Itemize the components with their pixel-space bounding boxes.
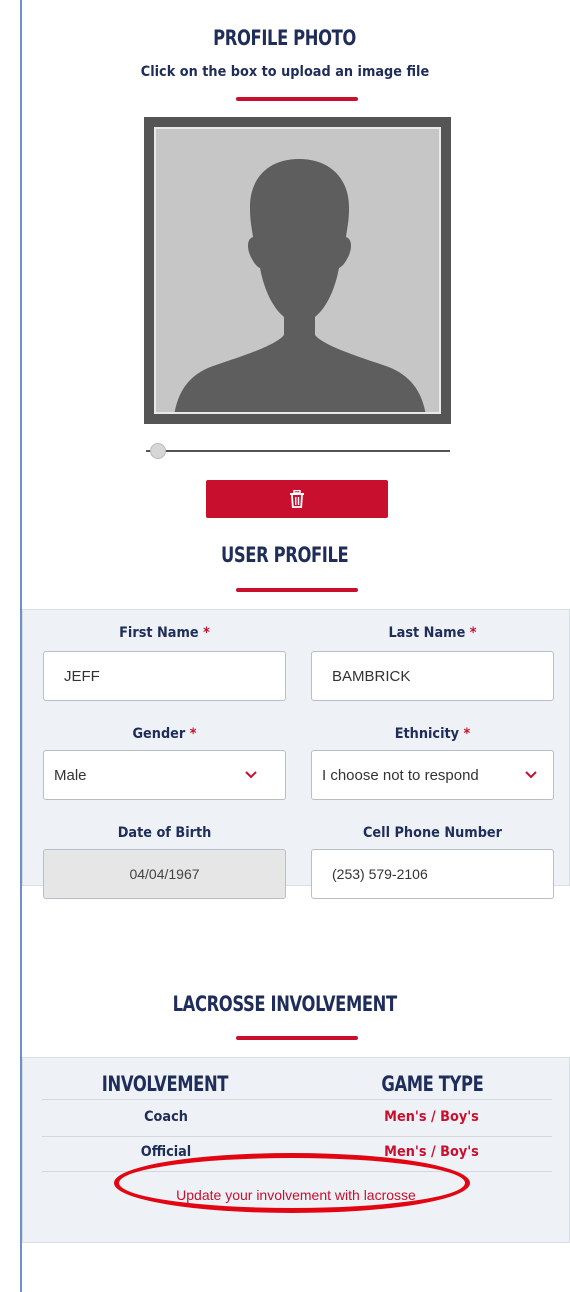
accent-underline bbox=[236, 588, 358, 592]
ethnicity-select[interactable]: I choose not to respond bbox=[311, 750, 554, 800]
silhouette-avatar-icon bbox=[174, 159, 426, 412]
last-name-label: Last Name * bbox=[388, 625, 477, 641]
chevron-down-icon bbox=[229, 751, 273, 799]
zoom-slider-track[interactable] bbox=[146, 450, 450, 452]
profile-photo-title: PROFILE PHOTO bbox=[213, 26, 357, 50]
ethnicity-label: Ethnicity * bbox=[394, 726, 471, 742]
user-profile-title: USER PROFILE bbox=[221, 543, 349, 567]
update-link-container: Update your involvement with lacrosse bbox=[22, 1057, 570, 1243]
last-name-input[interactable]: BAMBRICK bbox=[311, 651, 554, 701]
chevron-down-icon bbox=[509, 751, 553, 799]
date-of-birth-field: 04/04/1967 bbox=[43, 849, 286, 899]
trash-icon bbox=[290, 490, 304, 508]
annotation-circle bbox=[114, 1153, 470, 1213]
gender-value: Male bbox=[54, 766, 87, 784]
date-of-birth-label: Date of Birth bbox=[117, 825, 212, 841]
photo-upload-box[interactable] bbox=[144, 117, 451, 424]
accent-underline bbox=[236, 97, 358, 101]
gender-select[interactable]: Male bbox=[43, 750, 286, 800]
accent-underline bbox=[236, 1036, 358, 1040]
first-name-input[interactable]: JEFF bbox=[43, 651, 286, 701]
delete-photo-button[interactable] bbox=[206, 480, 388, 518]
gender-label: Gender * bbox=[132, 726, 197, 742]
photo-placeholder bbox=[154, 127, 441, 414]
lacrosse-involvement-title: LACROSSE INVOLVEMENT bbox=[172, 992, 398, 1016]
cell-phone-label: Cell Phone Number bbox=[362, 825, 503, 841]
zoom-slider-handle[interactable] bbox=[150, 443, 166, 459]
user-profile-form: First Name * Last Name * JEFF BAMBRICK G… bbox=[22, 609, 570, 899]
first-name-label: First Name * bbox=[119, 625, 210, 641]
cell-phone-input[interactable]: (253) 579-2106 bbox=[311, 849, 554, 899]
profile-photo-subtitle: Click on the box to upload an image file bbox=[140, 64, 430, 80]
ethnicity-value: I choose not to respond bbox=[322, 766, 479, 784]
